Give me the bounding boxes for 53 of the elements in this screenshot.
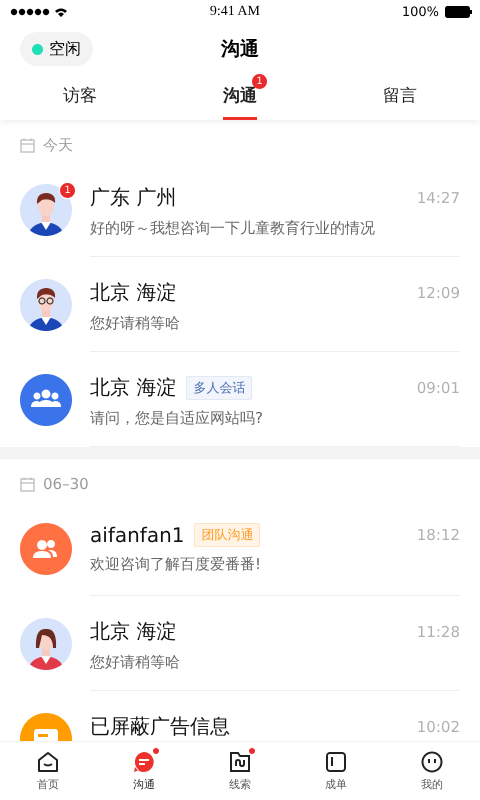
conversation-item[interactable]: 北京 海淀 11:28 您好请稍等哈 <box>0 596 480 691</box>
calendar-icon <box>20 476 35 492</box>
folder-icon <box>229 750 251 772</box>
avatar <box>20 278 72 330</box>
avatar <box>20 618 72 670</box>
message-time: 11:28 <box>416 622 460 640</box>
nav-item[interactable]: 我的 <box>384 742 480 800</box>
contact-name: 北京 海淀 <box>90 279 176 306</box>
date-label: 今天 <box>43 136 73 154</box>
avatar <box>20 184 72 236</box>
message-preview: 好的呀～我想咨询一下儿童教育行业的情况 <box>90 219 376 238</box>
message-time: 12:09 <box>416 284 460 302</box>
conversation-tag: 多人会话 <box>186 376 252 400</box>
tab[interactable]: 沟通 1 <box>160 74 320 120</box>
signal-icon <box>10 6 68 18</box>
contact-name: 北京 海淀 <box>90 374 176 401</box>
conversation-item[interactable]: 北京 海淀 12:09 您好请稍等哈 <box>0 257 480 352</box>
nav-item[interactable]: 首页 <box>0 742 96 800</box>
message-preview: 请问，您是自适应网站吗? <box>90 409 264 428</box>
avatar <box>20 522 72 574</box>
message-time: 09:01 <box>416 378 460 396</box>
tab[interactable]: 留言 <box>320 74 480 120</box>
contact-name: aifanfan1 <box>90 523 184 547</box>
calendar-icon <box>20 138 35 152</box>
message-preview: 欢迎咨询了解百度爱番番! <box>90 555 262 574</box>
message-time: 14:27 <box>416 188 460 206</box>
battery-icon <box>444 6 472 18</box>
page-title: 沟通 <box>221 37 259 62</box>
nav-item[interactable]: 成单 <box>288 742 384 800</box>
conversation-item[interactable]: 北京 海淀 多人会话 09:01 请问，您是自适应网站吗? <box>0 352 480 447</box>
home-icon <box>37 750 59 772</box>
group-avatar <box>20 374 72 426</box>
nav-item[interactable]: 沟通 <box>96 742 192 800</box>
tab[interactable]: 访客 <box>0 74 160 120</box>
battery-percent: 100% <box>402 4 439 20</box>
document-icon <box>325 750 347 772</box>
message-time: 10:02 <box>416 718 460 736</box>
conversation-tag: 团队沟通 <box>194 523 260 547</box>
conversation-item[interactable]: aifanfan1 团队沟通 18:12 欢迎咨询了解百度爱番番! <box>0 501 480 596</box>
conversation-item[interactable]: 1 广东 广州 14:27 好的呀～我想咨询一下儿童教育行业的情况 <box>0 162 480 257</box>
nav-item[interactable]: 线索 <box>192 742 288 800</box>
message-preview: 您好请稍等哈 <box>90 314 181 333</box>
contact-name: 广东 广州 <box>90 184 176 211</box>
contact-name: 已屏蔽广告信息 <box>90 713 230 740</box>
message-preview: 您好请稍等哈 <box>90 653 181 672</box>
status-time: 9:41 AM <box>210 4 260 20</box>
unread-badge: 1 <box>59 182 76 198</box>
contact-name: 北京 海淀 <box>90 618 176 645</box>
message-time: 18:12 <box>416 526 460 544</box>
profile-icon <box>421 750 443 772</box>
chat-icon <box>133 750 155 772</box>
status-button[interactable]: 空闲 <box>20 32 93 66</box>
date-label: 06–30 <box>43 475 89 493</box>
